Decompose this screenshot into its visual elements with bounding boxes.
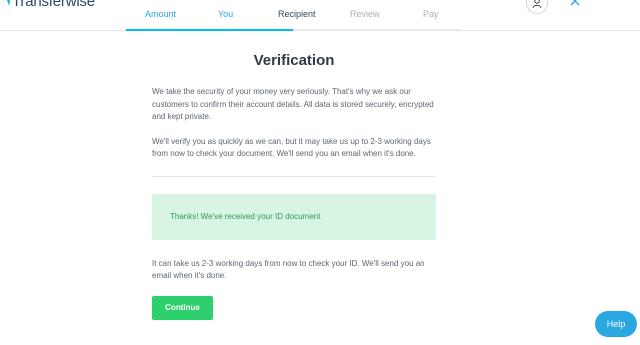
continue-button[interactable]: Continue bbox=[152, 295, 213, 320]
brand-logo[interactable]: Transferwise bbox=[6, 0, 95, 10]
success-alert: Thanks! We've received your ID document bbox=[152, 193, 436, 240]
close-button[interactable] bbox=[568, 0, 582, 8]
verification-panel: Verification We take the security of you… bbox=[152, 52, 436, 320]
step-recipient[interactable]: Recipient bbox=[278, 9, 316, 19]
account-button[interactable] bbox=[526, 0, 548, 14]
check-time-note: It can take us 2-3 working days from now… bbox=[152, 258, 425, 281]
brand-name: Transferwise bbox=[12, 0, 95, 10]
verification-time-paragraph: We'll verify you as quickly as we can, b… bbox=[152, 136, 431, 159]
flag-icon bbox=[7, 0, 11, 6]
help-button[interactable]: Help bbox=[595, 311, 637, 337]
success-alert-text: Thanks! We've received your ID document bbox=[170, 212, 321, 221]
step-you[interactable]: You bbox=[218, 9, 233, 19]
page-title: Verification bbox=[253, 52, 335, 69]
step-review: Review bbox=[350, 9, 380, 19]
progress-fill bbox=[126, 29, 293, 31]
progress-track bbox=[126, 29, 460, 31]
user-icon bbox=[532, 0, 542, 9]
top-navigation: Transferwise Amount You Recipient Review… bbox=[0, 0, 640, 31]
step-pay: Pay bbox=[423, 9, 439, 19]
divider bbox=[152, 175, 436, 177]
close-icon bbox=[570, 0, 580, 6]
step-amount[interactable]: Amount bbox=[145, 9, 176, 19]
security-paragraph: We take the security of your money very … bbox=[152, 87, 434, 121]
